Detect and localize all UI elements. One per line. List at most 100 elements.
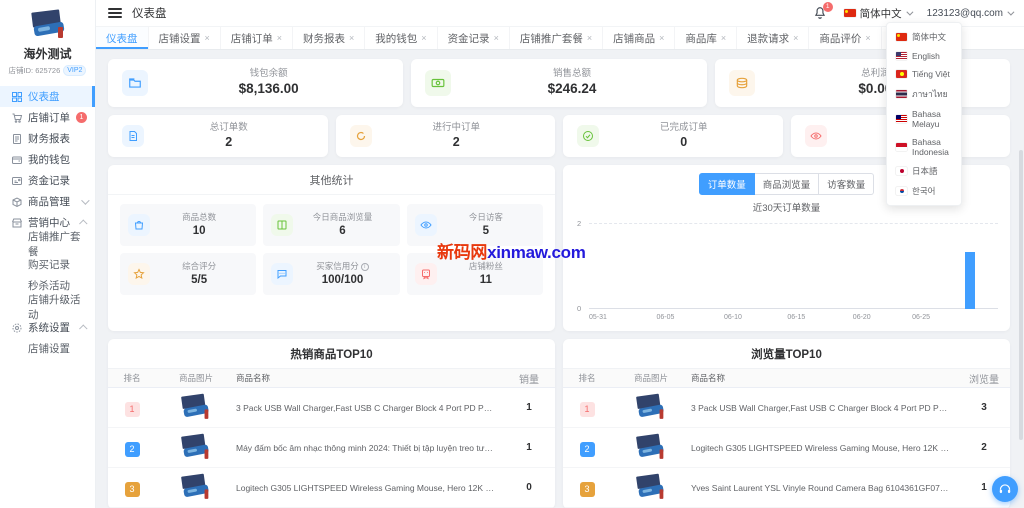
- main-content: 钱包余额$8,136.00 销售总额$246.24 总利润$0.00 总订单数2…: [96, 51, 1024, 508]
- sidebar-item-product-management[interactable]: 商品管理: [0, 191, 95, 212]
- tab-dashboard[interactable]: 仪表盘: [96, 27, 149, 49]
- close-icon[interactable]: [494, 34, 499, 43]
- tab-product-library[interactable]: 商品库: [675, 27, 737, 49]
- view-count: 2: [958, 442, 1010, 453]
- stat-card-total-profit: 总利润$0.00: [715, 59, 1010, 107]
- chart-tab-orders[interactable]: 订单数量: [699, 173, 755, 195]
- sidebar-item-system-settings[interactable]: 系统设置: [0, 317, 95, 338]
- sidebar-item-wallet[interactable]: 我的钱包: [0, 149, 95, 170]
- close-icon[interactable]: [349, 34, 354, 43]
- close-icon[interactable]: [421, 34, 426, 43]
- app-root: 海外测试 店铺ID: 625726 VIP2 仪表盘 店铺订单 1 财务报表 我…: [0, 0, 1024, 508]
- language-option-ko[interactable]: 한국어: [887, 181, 961, 201]
- top-sales-title: 热销商品TOP10: [108, 339, 555, 368]
- stat-card-total-orders: 总订单数2: [108, 115, 328, 157]
- open-tabs-bar: 仪表盘 店铺设置 店铺订单 财务报表 我的钱包 资金记录 店铺推广套餐 店铺商品…: [96, 26, 1024, 50]
- sidebar-menu: 仪表盘 店铺订单 1 财务报表 我的钱包 资金记录 商品管理: [0, 86, 95, 359]
- info-icon[interactable]: [361, 263, 369, 271]
- bag-icon: [128, 214, 150, 236]
- sidebar-item-orders[interactable]: 店铺订单 1: [0, 107, 95, 128]
- sidebar-item-shop-upgrade[interactable]: 店铺升级活动: [0, 296, 95, 317]
- report-icon: [11, 133, 23, 145]
- mini-card-today-visitors: 今日访客5: [407, 204, 543, 246]
- menu-toggle-icon[interactable]: [108, 8, 122, 18]
- tab-refund-requests[interactable]: 退款请求: [737, 27, 809, 49]
- table-row: 1 3 Pack USB Wall Charger,Fast USB C Cha…: [108, 388, 555, 428]
- sidebar-item-promotion-packages[interactable]: 店铺推广套餐: [0, 233, 95, 254]
- close-icon[interactable]: [721, 34, 726, 43]
- store-id: 店铺ID: 625726: [9, 65, 61, 76]
- language-option-vi[interactable]: Tiếng Việt: [887, 65, 961, 83]
- sales-count: 0: [503, 482, 555, 493]
- tab-shop-orders[interactable]: 店铺订单: [221, 27, 293, 49]
- mini-card-overall-rating: 综合评分5/5: [120, 253, 256, 295]
- tab-shop-settings[interactable]: 店铺设置: [149, 27, 221, 49]
- close-icon[interactable]: [587, 34, 592, 43]
- close-icon[interactable]: [793, 34, 798, 43]
- store-meta: 店铺ID: 625726 VIP2: [0, 65, 95, 76]
- chart-tab-product-views[interactable]: 商品浏览量: [755, 173, 820, 195]
- tab-finance-report[interactable]: 财务报表: [293, 27, 365, 49]
- rank-badge: 3: [580, 482, 595, 497]
- wallet-icon: [11, 154, 23, 166]
- check-circle-icon: [577, 125, 599, 147]
- refresh-icon: [350, 125, 372, 147]
- language-option-en[interactable]: English: [887, 47, 961, 65]
- scrollbar[interactable]: [1019, 150, 1023, 440]
- language-option-ms[interactable]: Bahasa Melayu: [887, 105, 961, 133]
- marketing-icon: [11, 217, 23, 229]
- sidebar-item-label: 商品管理: [28, 194, 70, 209]
- eye-icon: [805, 125, 827, 147]
- product-image: [611, 433, 691, 462]
- stats-row-2: 总订单数2 进行中订单2 已完成订单0: [108, 115, 1010, 157]
- close-icon[interactable]: [659, 34, 664, 43]
- sidebar-item-fund-records[interactable]: 资金记录: [0, 170, 95, 191]
- tab-my-wallet[interactable]: 我的钱包: [365, 27, 437, 49]
- tab-promotion-packages[interactable]: 店铺推广套餐: [510, 27, 603, 49]
- sidebar-item-finance-report[interactable]: 财务报表: [0, 128, 95, 149]
- top-views-panel: 浏览量TOP10 排名 商品图片 商品名称 浏览量 1 3 Pack USB W…: [563, 339, 1010, 508]
- vip-badge: VIP2: [63, 65, 86, 76]
- records-icon: [11, 175, 23, 187]
- close-icon[interactable]: [865, 34, 870, 43]
- language-option-ja[interactable]: 日本語: [887, 161, 961, 181]
- account-email: 123123@qq.com: [927, 8, 1003, 19]
- navbar-right: 1 简体中文 123123@qq.com: [813, 6, 1012, 21]
- rank-badge: 1: [125, 402, 140, 417]
- notification-badge: 1: [823, 2, 833, 12]
- language-dropdown: 简体中文 English Tiếng Việt ภาษาไทย Bahasa M…: [886, 22, 962, 206]
- tab-shop-products[interactable]: 店铺商品: [603, 27, 675, 49]
- store-name: 海外测试: [0, 45, 95, 62]
- sidebar-item-label: 财务报表: [28, 131, 70, 146]
- stat-card-total-sales: 销售总额$246.24: [411, 59, 706, 107]
- money-icon: [425, 70, 451, 96]
- language-option-th[interactable]: ภาษาไทย: [887, 83, 961, 105]
- product-name: Yves Saint Laurent YSL Vinyle Round Came…: [691, 483, 958, 493]
- customer-service-button[interactable]: [992, 476, 1018, 502]
- sidebar-item-purchase-records[interactable]: 购买记录: [0, 254, 95, 275]
- notifications-button[interactable]: 1: [813, 6, 828, 21]
- sidebar-item-dashboard[interactable]: 仪表盘: [0, 86, 95, 107]
- x-axis-line: [589, 308, 998, 309]
- store-logo: [24, 7, 72, 43]
- x-axis-labels: 05-31 06-05 06-10 06-15 06-20 06-25: [589, 314, 998, 324]
- chart-tab-visitors[interactable]: 访客数量: [819, 173, 874, 195]
- close-icon[interactable]: [205, 34, 210, 43]
- mini-card-shop-fans: 店铺粉丝11: [407, 253, 543, 295]
- other-stats-grid: 商品总数10 今日商品浏览量6 今日访客5 综合评分5/5: [108, 195, 555, 304]
- tab-product-reviews[interactable]: 商品评价: [809, 27, 881, 49]
- goods-icon: [11, 196, 23, 208]
- product-name: 3 Pack USB Wall Charger,Fast USB C Charg…: [236, 403, 503, 413]
- flag-cn-icon: [896, 33, 907, 41]
- account-menu[interactable]: 123123@qq.com: [927, 8, 1012, 19]
- language-option-id[interactable]: Bahasa Indonesia: [887, 133, 961, 161]
- other-stats-panel: 其他统计 商品总数10 今日商品浏览量6 今日访客5: [108, 165, 555, 331]
- close-icon[interactable]: [277, 34, 282, 43]
- eye-icon: [415, 214, 437, 236]
- tab-fund-records[interactable]: 资金记录: [438, 27, 510, 49]
- sidebar-item-shop-settings[interactable]: 店铺设置: [0, 338, 95, 359]
- language-selector[interactable]: 简体中文: [844, 6, 911, 21]
- gear-icon: [11, 322, 23, 334]
- stat-card-completed-orders: 已完成订单0: [563, 115, 783, 157]
- language-option-zh-cn[interactable]: 简体中文: [887, 27, 961, 47]
